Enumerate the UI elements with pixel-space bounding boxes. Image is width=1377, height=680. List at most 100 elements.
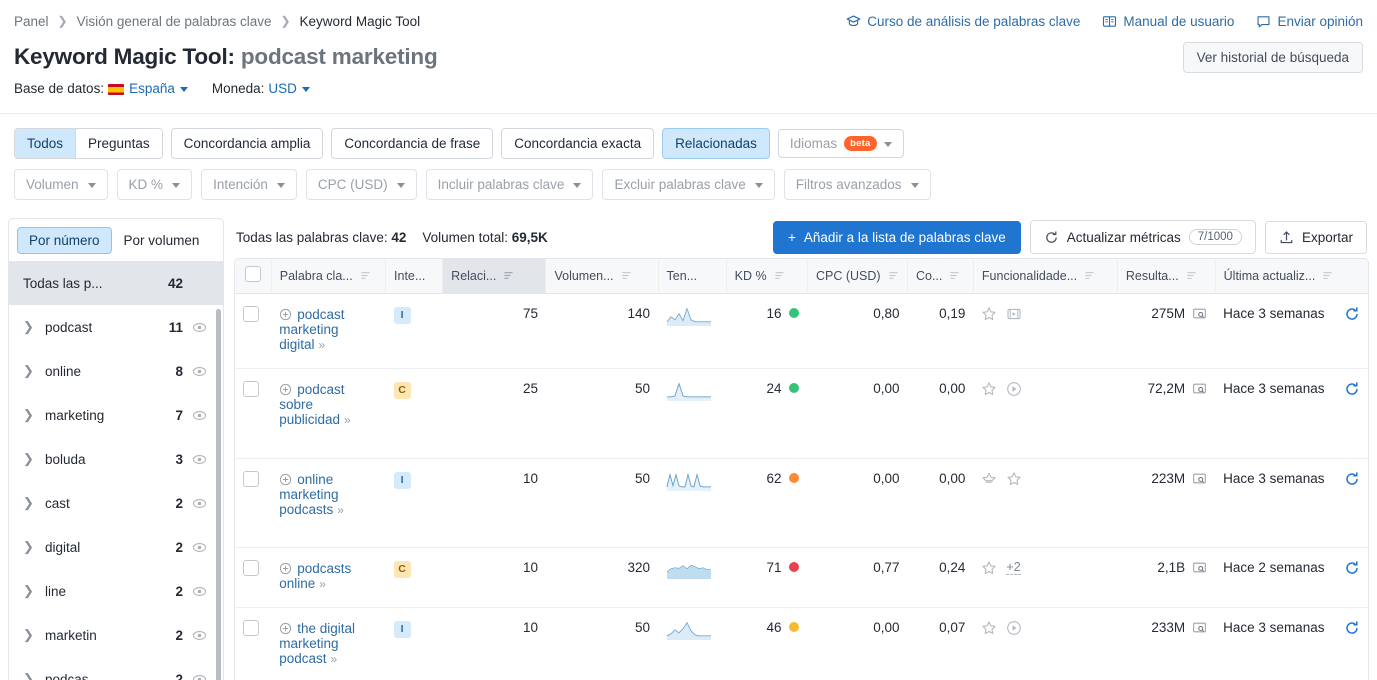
row-checkbox[interactable]: [243, 305, 259, 322]
row-refresh-icon[interactable]: [1344, 471, 1360, 487]
filter-avanzados[interactable]: Filtros avanzados: [783, 169, 931, 200]
export-button[interactable]: Exportar: [1264, 220, 1367, 254]
crown-star-icon[interactable]: [981, 471, 997, 487]
serp-magnifier-icon[interactable]: [1192, 306, 1207, 321]
th-cpc[interactable]: CPC (USD): [807, 259, 908, 294]
serp-magnifier-icon[interactable]: [1192, 381, 1207, 396]
row-refresh-icon[interactable]: [1344, 306, 1360, 322]
th-keyword[interactable]: Palabra cla...: [271, 259, 387, 294]
sidebar-item-cast[interactable]: ❯ cast 2: [9, 481, 223, 525]
filter-excluir-palabras[interactable]: Excluir palabras clave: [602, 169, 775, 200]
search-history-button[interactable]: Ver historial de búsqueda: [1182, 42, 1363, 73]
cell-select[interactable]: [235, 368, 272, 459]
sidebar-scrollbar[interactable]: [216, 309, 221, 680]
filter-tab-relacionadas[interactable]: Relacionadas: [662, 128, 770, 159]
cell-select[interactable]: [235, 293, 272, 369]
filter-tab-concordancia-exacta[interactable]: Concordancia exacta: [501, 128, 655, 159]
table-row[interactable]: the digital marketing podcast» I 10 50 4…: [235, 607, 1368, 680]
sidebar-item-marketing[interactable]: ❯ marketing 7: [9, 393, 223, 437]
star-outline-icon[interactable]: [981, 381, 997, 397]
serp-magnifier-icon[interactable]: [1192, 620, 1207, 635]
th-kd[interactable]: KD %: [726, 259, 808, 294]
eye-icon[interactable]: [192, 540, 207, 555]
eye-icon[interactable]: [192, 320, 207, 335]
th-intent[interactable]: Inte...: [385, 259, 444, 294]
th-trend[interactable]: Ten...: [658, 259, 727, 294]
breadcrumb-item-panel[interactable]: Panel: [14, 14, 49, 29]
add-keyword-icon[interactable]: [279, 383, 292, 396]
video-box-icon[interactable]: [1006, 306, 1022, 322]
add-keyword-icon[interactable]: [279, 473, 292, 486]
th-volume[interactable]: Volumen...: [545, 259, 659, 294]
star-outline-icon[interactable]: [981, 560, 997, 576]
eye-icon[interactable]: [192, 364, 207, 379]
eye-icon[interactable]: [192, 584, 207, 599]
table-row[interactable]: podcasts online» C 10 320 71 0,77 0,24 +…: [235, 547, 1368, 608]
expand-keyword-icon[interactable]: »: [331, 652, 338, 666]
breadcrumb-item-keyword-overview[interactable]: Visión general de palabras clave: [77, 14, 272, 29]
th-related[interactable]: Relaci...: [442, 259, 547, 294]
cell-select[interactable]: [235, 458, 272, 548]
serp-magnifier-icon[interactable]: [1192, 471, 1207, 486]
filter-volumen[interactable]: Volumen: [14, 169, 108, 200]
sidebar-item-online[interactable]: ❯ online 8: [9, 349, 223, 393]
eye-icon[interactable]: [192, 628, 207, 643]
table-row[interactable]: online marketing podcasts» I 10 50 62 0,…: [235, 458, 1368, 548]
feedback-link[interactable]: Enviar opinión: [1256, 14, 1363, 29]
filter-intencion[interactable]: Intención: [201, 169, 297, 200]
eye-icon[interactable]: [192, 672, 207, 680]
th-updated[interactable]: Última actualiz...: [1215, 259, 1368, 294]
cell-select[interactable]: [235, 547, 272, 608]
more-features-label[interactable]: +2: [1006, 560, 1021, 575]
row-checkbox[interactable]: [243, 380, 259, 397]
star-outline-icon[interactable]: [981, 620, 997, 636]
filter-incluir-palabras[interactable]: Incluir palabras clave: [425, 169, 594, 200]
row-checkbox[interactable]: [243, 559, 259, 576]
play-circle-icon[interactable]: [1006, 620, 1022, 636]
serp-magnifier-icon[interactable]: [1192, 560, 1207, 575]
eye-icon[interactable]: [192, 496, 207, 511]
update-metrics-button[interactable]: Actualizar métricas 7/1000: [1029, 220, 1256, 254]
row-refresh-icon[interactable]: [1344, 560, 1360, 576]
expand-keyword-icon[interactable]: »: [337, 503, 344, 517]
sidebar-item-all-keywords[interactable]: Todas las p... 42: [9, 261, 223, 305]
add-to-keyword-list-button[interactable]: + Añadir a la lista de palabras clave: [772, 220, 1021, 254]
sidebar-tab-por-numero[interactable]: Por número: [17, 227, 112, 254]
expand-keyword-icon[interactable]: »: [319, 338, 326, 352]
th-competition[interactable]: Co...: [907, 259, 974, 294]
course-link[interactable]: Curso de análisis de palabras clave: [846, 14, 1080, 29]
sidebar-item-boluda[interactable]: ❯ boluda 3: [9, 437, 223, 481]
filter-cpc[interactable]: CPC (USD): [305, 169, 417, 200]
th-results[interactable]: Resulta...: [1117, 259, 1216, 294]
sidebar-item-podcast[interactable]: ❯ podcast 11: [9, 305, 223, 349]
filter-tab-concordancia-amplia[interactable]: Concordancia amplia: [170, 128, 324, 159]
add-keyword-icon[interactable]: [279, 622, 292, 635]
cell-select[interactable]: [235, 607, 271, 680]
filter-kd[interactable]: KD %: [116, 169, 193, 200]
select-all-checkbox[interactable]: [244, 266, 261, 283]
table-row[interactable]: podcast sobre publicidad» C 25 50 24 0,0…: [235, 368, 1368, 459]
database-selector[interactable]: España: [108, 81, 188, 96]
row-checkbox[interactable]: [243, 470, 259, 487]
table-row[interactable]: podcast marketing digital» I 75 140 16 0…: [235, 293, 1368, 369]
row-checkbox[interactable]: [243, 619, 259, 636]
th-select-all[interactable]: [235, 259, 272, 294]
currency-selector[interactable]: USD: [268, 81, 310, 96]
sidebar-item-line[interactable]: ❯ line 2: [9, 569, 223, 613]
eye-icon[interactable]: [192, 452, 207, 467]
th-features[interactable]: Funcionalidade...: [973, 259, 1118, 294]
filter-tab-todos[interactable]: Todos: [15, 129, 77, 158]
star-outline-icon[interactable]: [1006, 471, 1022, 487]
sidebar-item-digital[interactable]: ❯ digital 2: [9, 525, 223, 569]
add-keyword-icon[interactable]: [279, 308, 292, 321]
sidebar-item-podcas[interactable]: ❯ podcas 2: [9, 657, 223, 680]
star-outline-icon[interactable]: [981, 306, 997, 322]
expand-keyword-icon[interactable]: »: [344, 413, 351, 427]
add-keyword-icon[interactable]: [279, 562, 292, 575]
filter-tab-concordancia-frase[interactable]: Concordancia de frase: [331, 128, 494, 159]
filter-tab-preguntas[interactable]: Preguntas: [76, 129, 162, 158]
manual-link[interactable]: Manual de usuario: [1102, 14, 1234, 29]
language-filter[interactable]: Idiomas beta: [777, 129, 904, 158]
sidebar-tab-por-volumen[interactable]: Por volumen: [112, 227, 212, 254]
row-refresh-icon[interactable]: [1344, 381, 1360, 397]
